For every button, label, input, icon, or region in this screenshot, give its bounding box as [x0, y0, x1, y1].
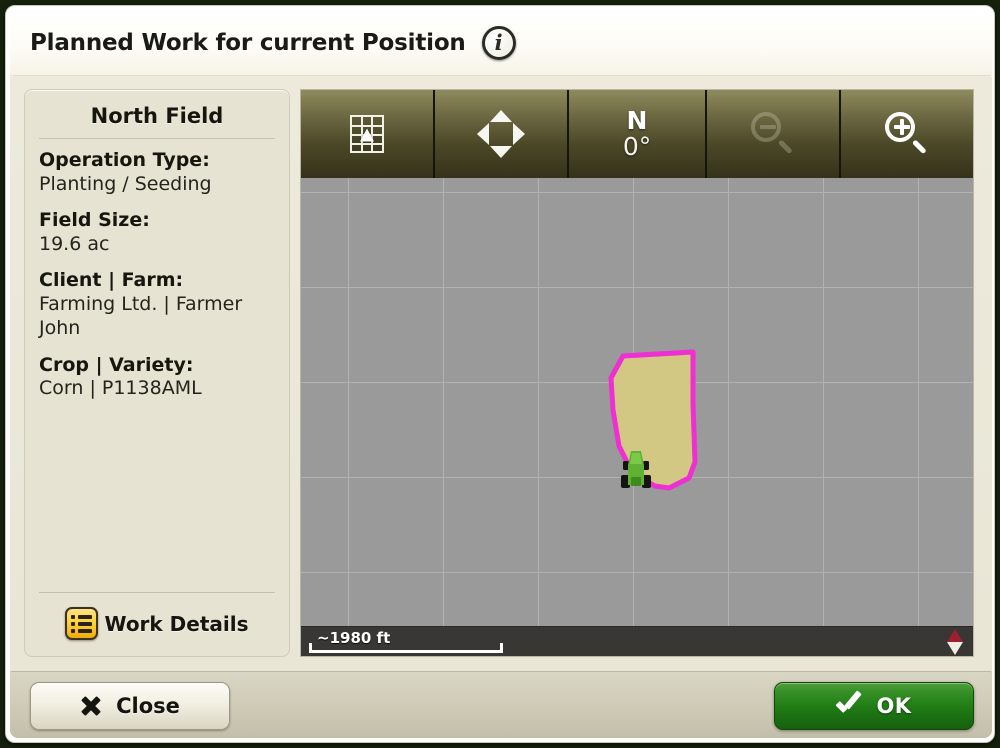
list-icon	[65, 607, 99, 640]
close-x-icon	[80, 695, 102, 717]
ok-button-label: OK	[876, 694, 912, 718]
info-icon[interactable]: i	[481, 25, 516, 60]
compass-heading-letter: N	[626, 105, 648, 135]
field-boundary-shape	[608, 349, 698, 491]
compass-heading-value: 0°	[622, 131, 652, 161]
map-scale-strip: ~1980 ft	[301, 626, 973, 656]
fact-value: Farming Ltd. | Farmer John	[39, 293, 243, 340]
zoom-out-button[interactable]	[707, 90, 842, 178]
field-info-panel: North Field Operation Type: Planting / S…	[24, 89, 290, 657]
magnifier-plus-icon	[885, 112, 929, 156]
fact-label: Field Size:	[39, 209, 150, 232]
fact-value: Planting / Seeding	[39, 172, 212, 195]
fact-value: 19.6 ac	[39, 232, 110, 255]
field-name: North Field	[39, 102, 275, 139]
grid-field-icon	[350, 115, 384, 153]
ok-button[interactable]: OK	[774, 682, 974, 730]
fact-client-farm: Client | Farm: Farming Ltd. | Farmer Joh…	[39, 269, 275, 340]
map-toolbar: N 0°	[301, 90, 973, 178]
fact-field-size: Field Size: 19.6 ac	[39, 209, 275, 256]
vehicle-icon	[621, 451, 651, 488]
map-canvas[interactable]	[301, 178, 973, 628]
work-details-label: Work Details	[104, 611, 249, 636]
fact-operation-type: Operation Type: Planting / Seeding	[39, 149, 275, 196]
fact-label: Operation Type:	[39, 149, 210, 171]
scale-bar: ~1980 ft	[309, 629, 503, 654]
scale-bracket	[309, 642, 503, 653]
work-details-button[interactable]: Work Details	[39, 592, 275, 640]
close-button-label: Close	[116, 694, 180, 718]
pan-button[interactable]	[435, 90, 570, 178]
fact-label: Client | Farm:	[39, 269, 184, 292]
fact-crop-variety: Crop | Variety: Corn | P1138AML	[39, 354, 275, 401]
compass-heading-button[interactable]: N 0°	[569, 90, 707, 178]
magnifier-minus-icon	[751, 112, 795, 156]
close-button[interactable]: Close	[30, 682, 230, 730]
dialog-titlebar: Planned Work for current Position i	[10, 10, 992, 76]
field-view-button[interactable]	[301, 90, 436, 178]
pan-arrows-icon	[477, 110, 526, 158]
page-title: Planned Work for current Position	[30, 29, 466, 56]
fact-label: Crop | Variety:	[39, 353, 194, 376]
map-view[interactable]: N 0° ~1980 ft	[300, 89, 974, 657]
compass-needle-icon	[947, 628, 963, 655]
fact-value: Corn | P1138AML	[39, 377, 202, 400]
check-icon	[836, 696, 863, 716]
dialog-footer: Close OK	[10, 671, 992, 738]
planned-work-dialog: Planned Work for current Position i Nort…	[5, 5, 995, 743]
zoom-in-button[interactable]	[841, 90, 973, 178]
